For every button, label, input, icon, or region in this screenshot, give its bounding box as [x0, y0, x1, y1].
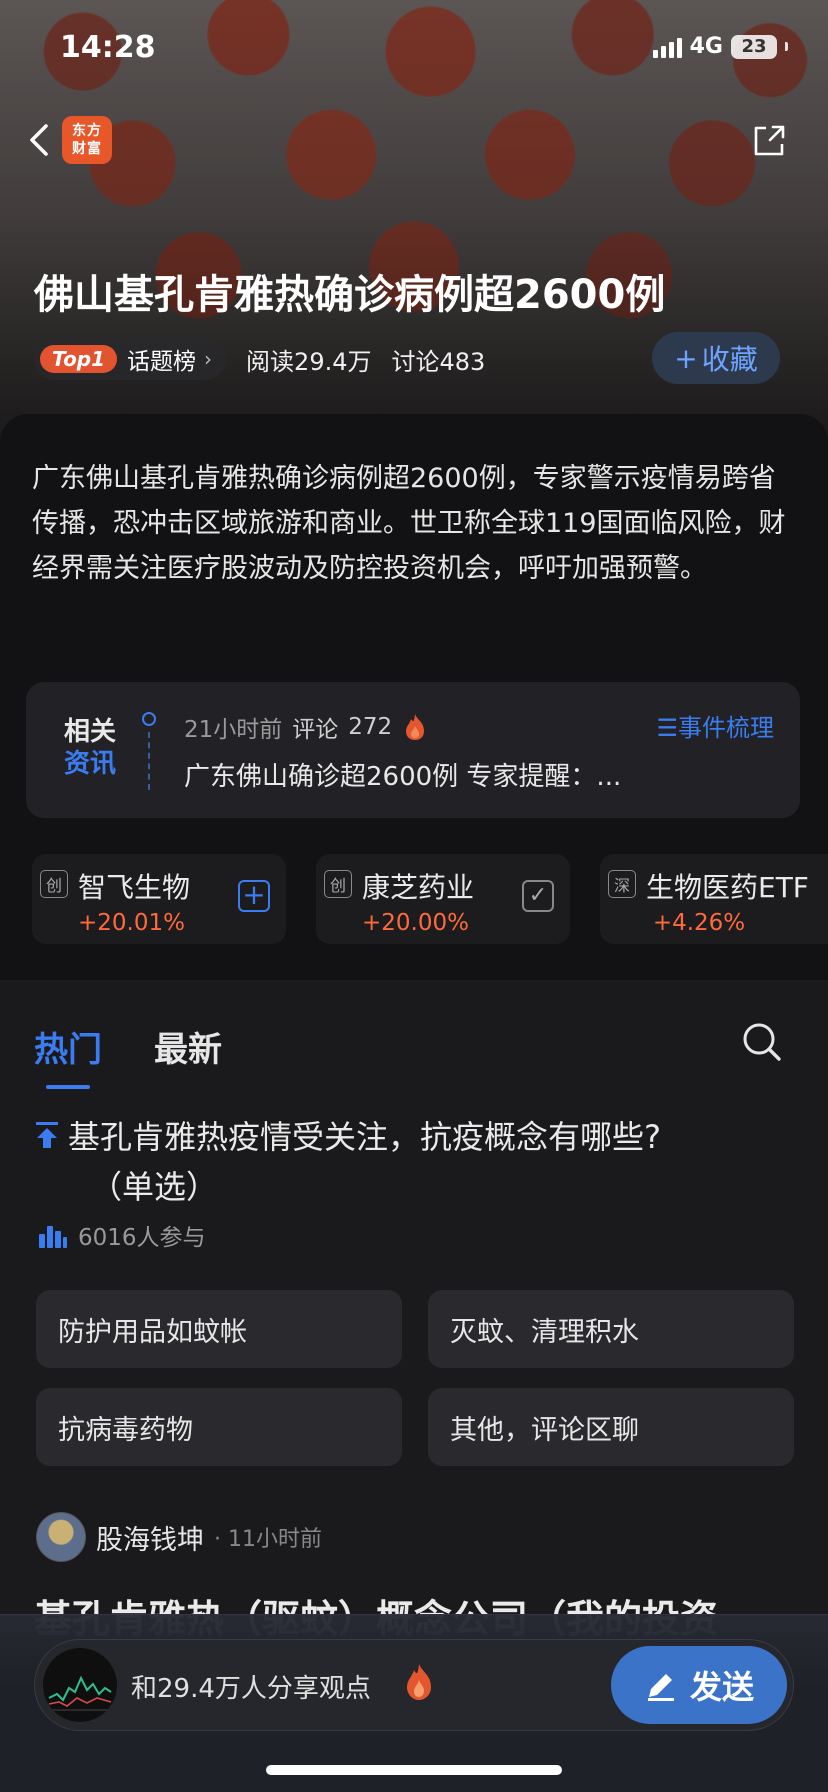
rank-badge: Top1	[40, 345, 118, 373]
timeline-dot	[142, 712, 156, 726]
stock-change: +20.00%	[362, 910, 469, 936]
poll-question-text: 基孔肯雅热疫情受关注，抗疫概念有哪些?	[68, 1118, 661, 1156]
author-name[interactable]: 股海钱坤	[96, 1518, 204, 1557]
topic-panel: 广东佛山基孔肯雅热确诊病例超2600例，专家警示疫情易跨省传播，恐冲击区域旅游和…	[0, 414, 828, 980]
back-icon[interactable]	[24, 120, 56, 160]
news-headline[interactable]: 广东佛山确诊超2600例 专家提醒：...	[184, 756, 621, 793]
news-comment-label: 评论	[292, 717, 339, 743]
app-logo-line1: 东方	[72, 123, 102, 139]
related-stocks: 创 智飞生物 +20.01% + 创 康芝药业 +20.00% ✓ 深 生物医药…	[32, 854, 828, 944]
news-time: 21小时前	[184, 717, 283, 743]
list-icon: ☰	[656, 714, 678, 742]
chart-thumbnail-icon	[48, 1675, 112, 1711]
post-time: · 11小时前	[214, 1527, 322, 1552]
poll-option[interactable]: 其他，评论区聊	[428, 1388, 794, 1466]
tab-hot[interactable]: 热门	[34, 1022, 102, 1089]
poll-question: 基孔肯雅热疫情受关注，抗疫概念有哪些? （单选）	[34, 1112, 794, 1212]
topic-hero: 14:28 4G 23 东方 财富 佛山基孔肯雅热确诊病例超2600例 Top1…	[0, 0, 828, 430]
events-link-label: 事件梳理	[678, 714, 774, 742]
rank-label: 话题榜	[127, 349, 197, 375]
status-time: 14:28	[60, 30, 156, 65]
send-button[interactable]: 发送	[611, 1646, 787, 1724]
poll-question-suffix: （单选）	[90, 1168, 219, 1206]
pin-top-icon	[36, 1122, 58, 1148]
read-count: 阅读29.4万	[246, 347, 372, 376]
topic-summary: 广东佛山基孔肯雅热确诊病例超2600例，专家警示疫情易跨省传播，恐冲击区域旅游和…	[32, 463, 786, 584]
battery-tip	[785, 42, 788, 51]
compose-placeholder: 和29.4万人分享观点	[131, 1674, 371, 1704]
stock-card[interactable]: 创 康芝药业 +20.00% ✓	[316, 854, 570, 944]
stock-name: 康芝药业	[362, 871, 475, 904]
poll-stats: 6016人参与	[38, 1218, 206, 1252]
stock-name: 智飞生物	[78, 871, 191, 904]
market-badge: 创	[324, 870, 352, 898]
related-news-card[interactable]: 相关 资讯 21小时前 评论 272 ☰事件梳理 广东佛山确诊超2600例 专家…	[26, 682, 800, 818]
poll-participants: 6016人参与	[78, 1225, 206, 1251]
topic-meta: Top1 话题榜 › 阅读29.4万 讨论483	[34, 338, 485, 380]
flame-icon	[406, 714, 425, 740]
user-avatar	[43, 1648, 117, 1722]
topic-rank-link[interactable]: Top1 话题榜 ›	[34, 338, 227, 380]
timeline-line	[148, 732, 150, 790]
collect-button[interactable]: + 收藏	[652, 332, 780, 384]
compose-bar: 和29.4万人分享观点 发送	[0, 1614, 828, 1792]
discussion-count: 讨论483	[391, 347, 486, 376]
market-badge: 创	[40, 870, 68, 898]
battery-icon: 23	[731, 34, 777, 59]
stock-change: +20.01%	[78, 910, 185, 936]
search-icon[interactable]	[740, 1020, 784, 1064]
poll-option[interactable]: 灭蚊、清理积水	[428, 1290, 794, 1368]
topic-title: 佛山基孔肯雅热确诊病例超2600例	[34, 272, 666, 318]
stock-name: 生物医药ETF	[646, 871, 809, 904]
send-label: 发送	[689, 1668, 754, 1706]
events-timeline-link[interactable]: ☰事件梳理	[656, 708, 774, 743]
app-logo-line2: 财富	[72, 141, 102, 157]
pencil-icon	[647, 1674, 674, 1701]
network-label: 4G	[689, 34, 723, 59]
feed-tabs: 热门 最新	[34, 1022, 222, 1089]
checkmark-icon[interactable]: ✓	[522, 880, 554, 912]
poll-option[interactable]: 防护用品如蚊帐	[36, 1290, 402, 1368]
stock-card[interactable]: 创 智飞生物 +20.01% +	[32, 854, 286, 944]
add-watchlist-icon[interactable]: +	[238, 880, 270, 912]
status-indicators: 4G 23	[652, 34, 788, 59]
app-logo: 东方 财富	[62, 116, 112, 164]
compose-input[interactable]: 和29.4万人分享观点 发送	[34, 1639, 794, 1731]
home-indicator[interactable]	[266, 1765, 562, 1775]
avatar[interactable]	[36, 1512, 86, 1562]
related-news-tag-line1: 相关	[64, 717, 117, 747]
related-news-tag-line2: 资讯	[64, 749, 117, 779]
plus-icon: +	[674, 341, 698, 375]
stock-change: +4.26%	[652, 910, 746, 936]
stock-card[interactable]: 深 生物医药ETF +4.26%	[600, 854, 828, 944]
share-icon[interactable]	[750, 122, 788, 160]
news-meta: 21小时前 评论 272	[184, 710, 428, 744]
flame-icon	[407, 1664, 431, 1700]
collect-label: 收藏	[701, 343, 758, 376]
related-news-tag: 相关 资讯	[64, 716, 116, 780]
bar-chart-icon	[39, 1226, 67, 1248]
news-comment-count: 272	[348, 714, 393, 740]
post-author[interactable]: 股海钱坤 · 11小时前	[36, 1512, 322, 1562]
market-badge: 深	[608, 870, 636, 898]
tab-latest[interactable]: 最新	[154, 1022, 222, 1071]
poll-option[interactable]: 抗病毒药物	[36, 1388, 402, 1466]
poll-options: 防护用品如蚊帐 灭蚊、清理积水 抗病毒药物 其他，评论区聊	[36, 1290, 794, 1466]
chevron-right-icon: ›	[204, 347, 213, 371]
signal-icon	[652, 36, 682, 58]
